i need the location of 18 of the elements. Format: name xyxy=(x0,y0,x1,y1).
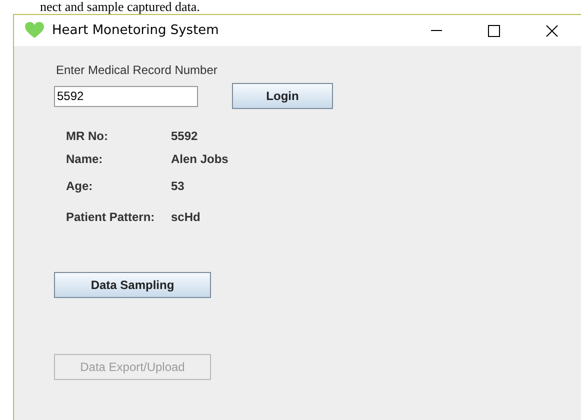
info-label: Patient Pattern: xyxy=(66,210,156,224)
info-value: 5592 xyxy=(171,129,199,143)
info-value: 53 xyxy=(171,179,186,193)
window-title: Heart Monetoring System xyxy=(52,23,220,38)
maximize-icon[interactable] xyxy=(488,24,500,36)
heart-icon xyxy=(25,22,44,39)
minimize-icon[interactable] xyxy=(430,30,442,32)
close-icon[interactable] xyxy=(546,24,558,36)
info-label: Age: xyxy=(66,179,94,193)
login-button[interactable]: Login xyxy=(232,83,333,109)
document-text: nect and sample captured data. xyxy=(40,0,200,14)
field-label: Enter Medical Record Number xyxy=(56,63,218,77)
record-number-field[interactable]: 5592 xyxy=(54,86,198,106)
info-label: MR No: xyxy=(66,129,109,143)
info-value: Alen Jobs xyxy=(171,152,230,166)
info-value: scHd xyxy=(171,210,202,224)
action-button[interactable]: Data Sampling xyxy=(54,272,211,298)
info-label: Name: xyxy=(66,152,104,166)
